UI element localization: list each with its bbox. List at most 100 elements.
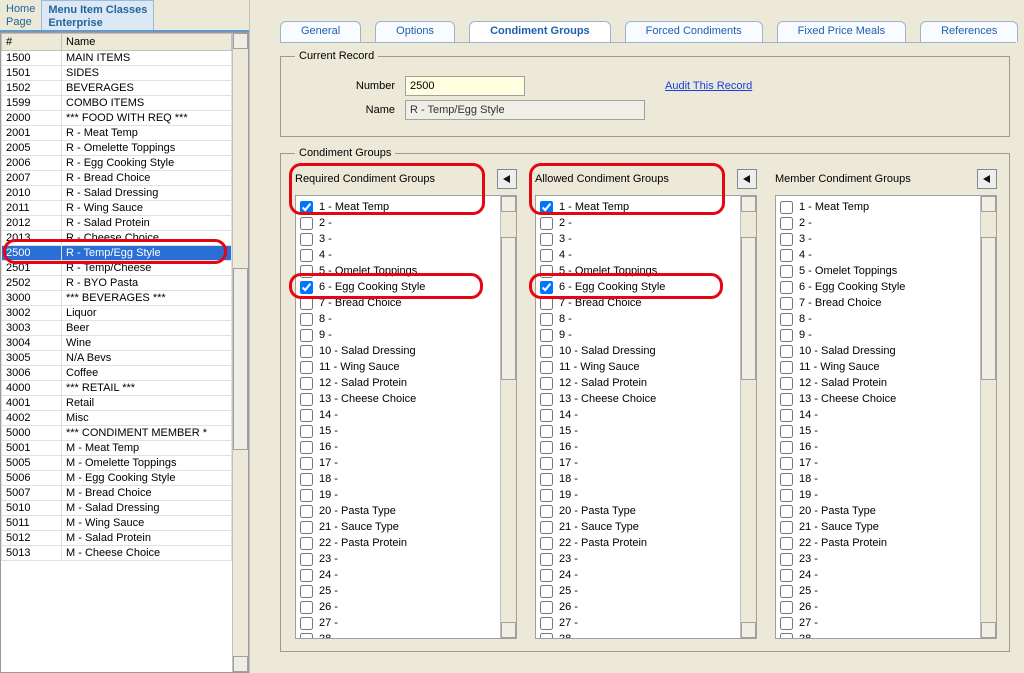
table-row[interactable]: 3005N/A Bevs xyxy=(2,351,232,366)
list-item[interactable]: 17 - xyxy=(540,455,736,471)
checkbox[interactable] xyxy=(540,281,553,294)
checkbox[interactable] xyxy=(300,329,313,342)
list-item[interactable]: 4 - xyxy=(300,247,496,263)
checkbox[interactable] xyxy=(300,233,313,246)
list-item[interactable]: 26 - xyxy=(540,599,736,615)
list-item[interactable]: 2 - xyxy=(780,215,976,231)
list-item[interactable]: 24 - xyxy=(540,567,736,583)
checkbox[interactable] xyxy=(540,521,553,534)
checkbox[interactable] xyxy=(300,521,313,534)
table-row[interactable]: 5007M - Bread Choice xyxy=(2,486,232,501)
list-item[interactable]: 4 - xyxy=(780,247,976,263)
list-item[interactable]: 16 - xyxy=(540,439,736,455)
table-row[interactable]: 2011R - Wing Sauce xyxy=(2,201,232,216)
scroll-thumb[interactable] xyxy=(501,237,516,381)
checkbox[interactable] xyxy=(540,585,553,598)
checkbox[interactable] xyxy=(780,601,793,614)
list-item[interactable]: 6 - Egg Cooking Style xyxy=(780,279,976,295)
checkbox[interactable] xyxy=(780,633,793,639)
list-item[interactable]: 28 - xyxy=(300,631,496,638)
checkbox[interactable] xyxy=(540,265,553,278)
list-item[interactable]: 21 - Sauce Type xyxy=(540,519,736,535)
list-item[interactable]: 12 - Salad Protein xyxy=(300,375,496,391)
list-item[interactable]: 13 - Cheese Choice xyxy=(540,391,736,407)
checkbox[interactable] xyxy=(540,425,553,438)
checkbox[interactable] xyxy=(540,601,553,614)
checkbox[interactable] xyxy=(300,553,313,566)
table-row[interactable]: 2500R - Temp/Egg Style xyxy=(2,246,232,261)
list-item[interactable]: 3 - xyxy=(300,231,496,247)
table-row[interactable]: 1501SIDES xyxy=(2,66,232,81)
member-checklist[interactable]: 1 - Meat Temp2 -3 -4 -5 - Omelet Topping… xyxy=(776,196,980,638)
scroll-down-button[interactable] xyxy=(741,622,756,638)
table-row[interactable]: 2013R - Cheese Choice xyxy=(2,231,232,246)
list-item[interactable]: 23 - xyxy=(780,551,976,567)
table-row[interactable]: 5013M - Cheese Choice xyxy=(2,546,232,561)
table-row[interactable]: 3003Beer xyxy=(2,321,232,336)
checkbox[interactable] xyxy=(780,409,793,422)
table-row[interactable]: 3000*** BEVERAGES *** xyxy=(2,291,232,306)
list-item[interactable]: 15 - xyxy=(780,423,976,439)
list-item[interactable]: 16 - xyxy=(300,439,496,455)
checkbox[interactable] xyxy=(540,233,553,246)
left-arrow-icon[interactable] xyxy=(977,169,997,189)
checkbox[interactable] xyxy=(780,505,793,518)
table-row[interactable]: 2005R - Omelette Toppings xyxy=(2,141,232,156)
table-row[interactable]: 5000*** CONDIMENT MEMBER * xyxy=(2,426,232,441)
tab-options[interactable]: Options xyxy=(375,21,455,42)
table-row[interactable]: 2010R - Salad Dressing xyxy=(2,186,232,201)
list-item[interactable]: 11 - Wing Sauce xyxy=(780,359,976,375)
checkbox[interactable] xyxy=(780,217,793,230)
checkbox[interactable] xyxy=(300,297,313,310)
list-item[interactable]: 17 - xyxy=(300,455,496,471)
list-item[interactable]: 11 - Wing Sauce xyxy=(300,359,496,375)
left-arrow-icon[interactable] xyxy=(497,169,517,189)
list-item[interactable]: 21 - Sauce Type xyxy=(300,519,496,535)
list-item[interactable]: 27 - xyxy=(540,615,736,631)
list-item[interactable]: 20 - Pasta Type xyxy=(540,503,736,519)
checkbox[interactable] xyxy=(540,505,553,518)
checkbox[interactable] xyxy=(780,297,793,310)
number-field[interactable] xyxy=(405,76,525,96)
checkbox[interactable] xyxy=(780,617,793,630)
member-scrollbar[interactable] xyxy=(980,196,996,638)
required-scrollbar[interactable] xyxy=(500,196,516,638)
checkbox[interactable] xyxy=(300,313,313,326)
list-item[interactable]: 10 - Salad Dressing xyxy=(780,343,976,359)
list-item[interactable]: 6 - Egg Cooking Style xyxy=(540,279,736,295)
list-item[interactable]: 13 - Cheese Choice xyxy=(780,391,976,407)
scroll-thumb[interactable] xyxy=(233,268,248,450)
checkbox[interactable] xyxy=(540,297,553,310)
list-item[interactable]: 6 - Egg Cooking Style xyxy=(300,279,496,295)
col-name-header[interactable]: Name xyxy=(62,34,232,51)
list-item[interactable]: 27 - xyxy=(780,615,976,631)
list-item[interactable]: 26 - xyxy=(780,599,976,615)
list-item[interactable]: 7 - Bread Choice xyxy=(780,295,976,311)
list-item[interactable]: 7 - Bread Choice xyxy=(300,295,496,311)
list-item[interactable]: 12 - Salad Protein xyxy=(540,375,736,391)
list-item[interactable]: 8 - xyxy=(540,311,736,327)
list-item[interactable]: 21 - Sauce Type xyxy=(780,519,976,535)
table-row[interactable]: 1502BEVERAGES xyxy=(2,81,232,96)
list-item[interactable]: 18 - xyxy=(540,471,736,487)
nav-breadcrumb-tab[interactable]: Menu Item Classes Enterprise xyxy=(41,0,154,30)
list-item[interactable]: 19 - xyxy=(780,487,976,503)
checkbox[interactable] xyxy=(540,633,553,639)
table-row[interactable]: 4002Misc xyxy=(2,411,232,426)
list-item[interactable]: 24 - xyxy=(300,567,496,583)
table-row[interactable]: 3002Liquor xyxy=(2,306,232,321)
scroll-down-button[interactable] xyxy=(981,622,996,638)
checkbox[interactable] xyxy=(780,265,793,278)
checkbox[interactable] xyxy=(300,217,313,230)
list-item[interactable]: 25 - xyxy=(300,583,496,599)
list-item[interactable]: 25 - xyxy=(780,583,976,599)
tab-references[interactable]: References xyxy=(920,21,1018,42)
list-item[interactable]: 1 - Meat Temp xyxy=(300,199,496,215)
table-row[interactable]: 4001Retail xyxy=(2,396,232,411)
list-item[interactable]: 22 - Pasta Protein xyxy=(540,535,736,551)
checkbox[interactable] xyxy=(780,569,793,582)
scroll-thumb[interactable] xyxy=(741,237,756,381)
table-row[interactable]: 1500MAIN ITEMS xyxy=(2,51,232,66)
scroll-up-button[interactable] xyxy=(981,196,996,212)
table-row[interactable]: 2012R - Salad Protein xyxy=(2,216,232,231)
